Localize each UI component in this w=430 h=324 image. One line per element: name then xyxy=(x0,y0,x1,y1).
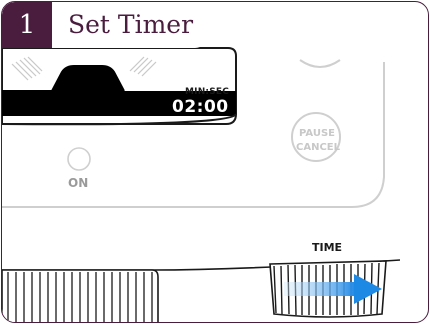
time-dial-label: TIME xyxy=(312,241,343,254)
appliance-illustration xyxy=(2,47,401,322)
display-unit-label: MIN:SEC xyxy=(185,87,230,97)
step-number-badge: 1 xyxy=(2,2,52,48)
pause-button-label: PAUSE xyxy=(299,128,335,139)
on-button-label: ON xyxy=(68,176,89,190)
step-header: 1 Set Timer xyxy=(2,2,207,48)
display-time-readout: 02:00 xyxy=(172,97,229,117)
cancel-button-label: CANCEL xyxy=(296,142,340,153)
step-title: Set Timer xyxy=(68,10,194,39)
instruction-card: 1 Set Timer MIN:SEC 02:00 ON PAUSE CANCE… xyxy=(1,1,429,323)
